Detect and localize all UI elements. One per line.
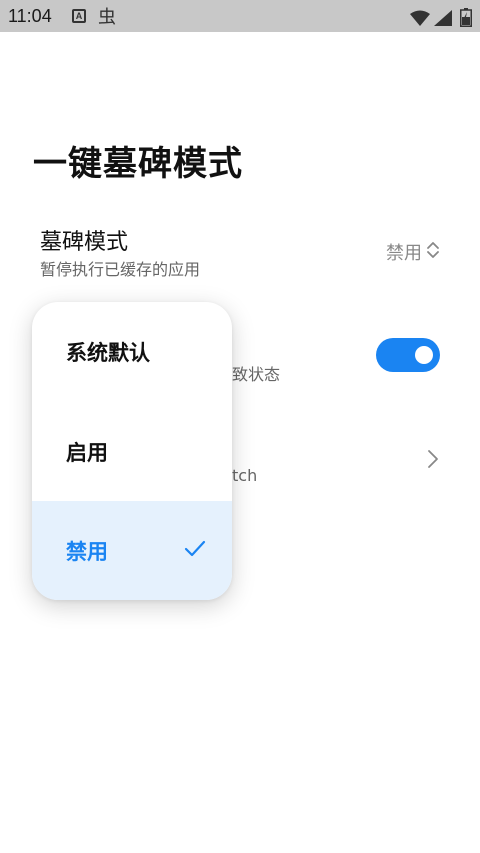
- tombstone-mode-subtitle: 暂停执行已缓存的应用: [40, 260, 201, 279]
- dropdown-option-label: 系统默认: [66, 341, 150, 365]
- dropdown-option-label: 启用: [66, 441, 108, 465]
- up-down-chevron-icon: [426, 240, 440, 265]
- setting-toggle-switch[interactable]: [376, 338, 440, 372]
- notification-a-icon: A: [72, 9, 86, 23]
- dropdown-option-system-default[interactable]: 系统默认: [32, 302, 232, 402]
- toggle-knob: [415, 346, 433, 364]
- checkmark-icon: [184, 539, 206, 563]
- page-title: 一键墓碑模式: [33, 144, 243, 184]
- tombstone-mode-title: 墓碑模式: [40, 230, 129, 255]
- dropdown-option-enable[interactable]: 启用: [32, 402, 232, 502]
- chevron-right-icon: [426, 448, 440, 474]
- tombstone-mode-row[interactable]: 墓碑模式 暂停执行已缓存的应用 禁用: [0, 220, 480, 284]
- dropdown-option-disable[interactable]: 禁用: [32, 501, 232, 600]
- dropdown-option-label: 禁用: [66, 540, 108, 564]
- tombstone-mode-value-label: 禁用: [386, 243, 422, 264]
- tombstone-mode-dropdown: 系统默认 启用 禁用: [32, 302, 232, 600]
- wifi-icon: [410, 8, 430, 28]
- battery-icon: [460, 7, 472, 27]
- status-time: 11:04: [8, 6, 52, 26]
- tombstone-mode-value[interactable]: 禁用: [386, 239, 440, 265]
- status-bar: 11:04 A 虫: [0, 0, 480, 32]
- signal-icon: [434, 8, 452, 28]
- setting-row-3-subtitle: tch: [232, 466, 258, 485]
- bug-notification-icon: 虫: [98, 7, 116, 28]
